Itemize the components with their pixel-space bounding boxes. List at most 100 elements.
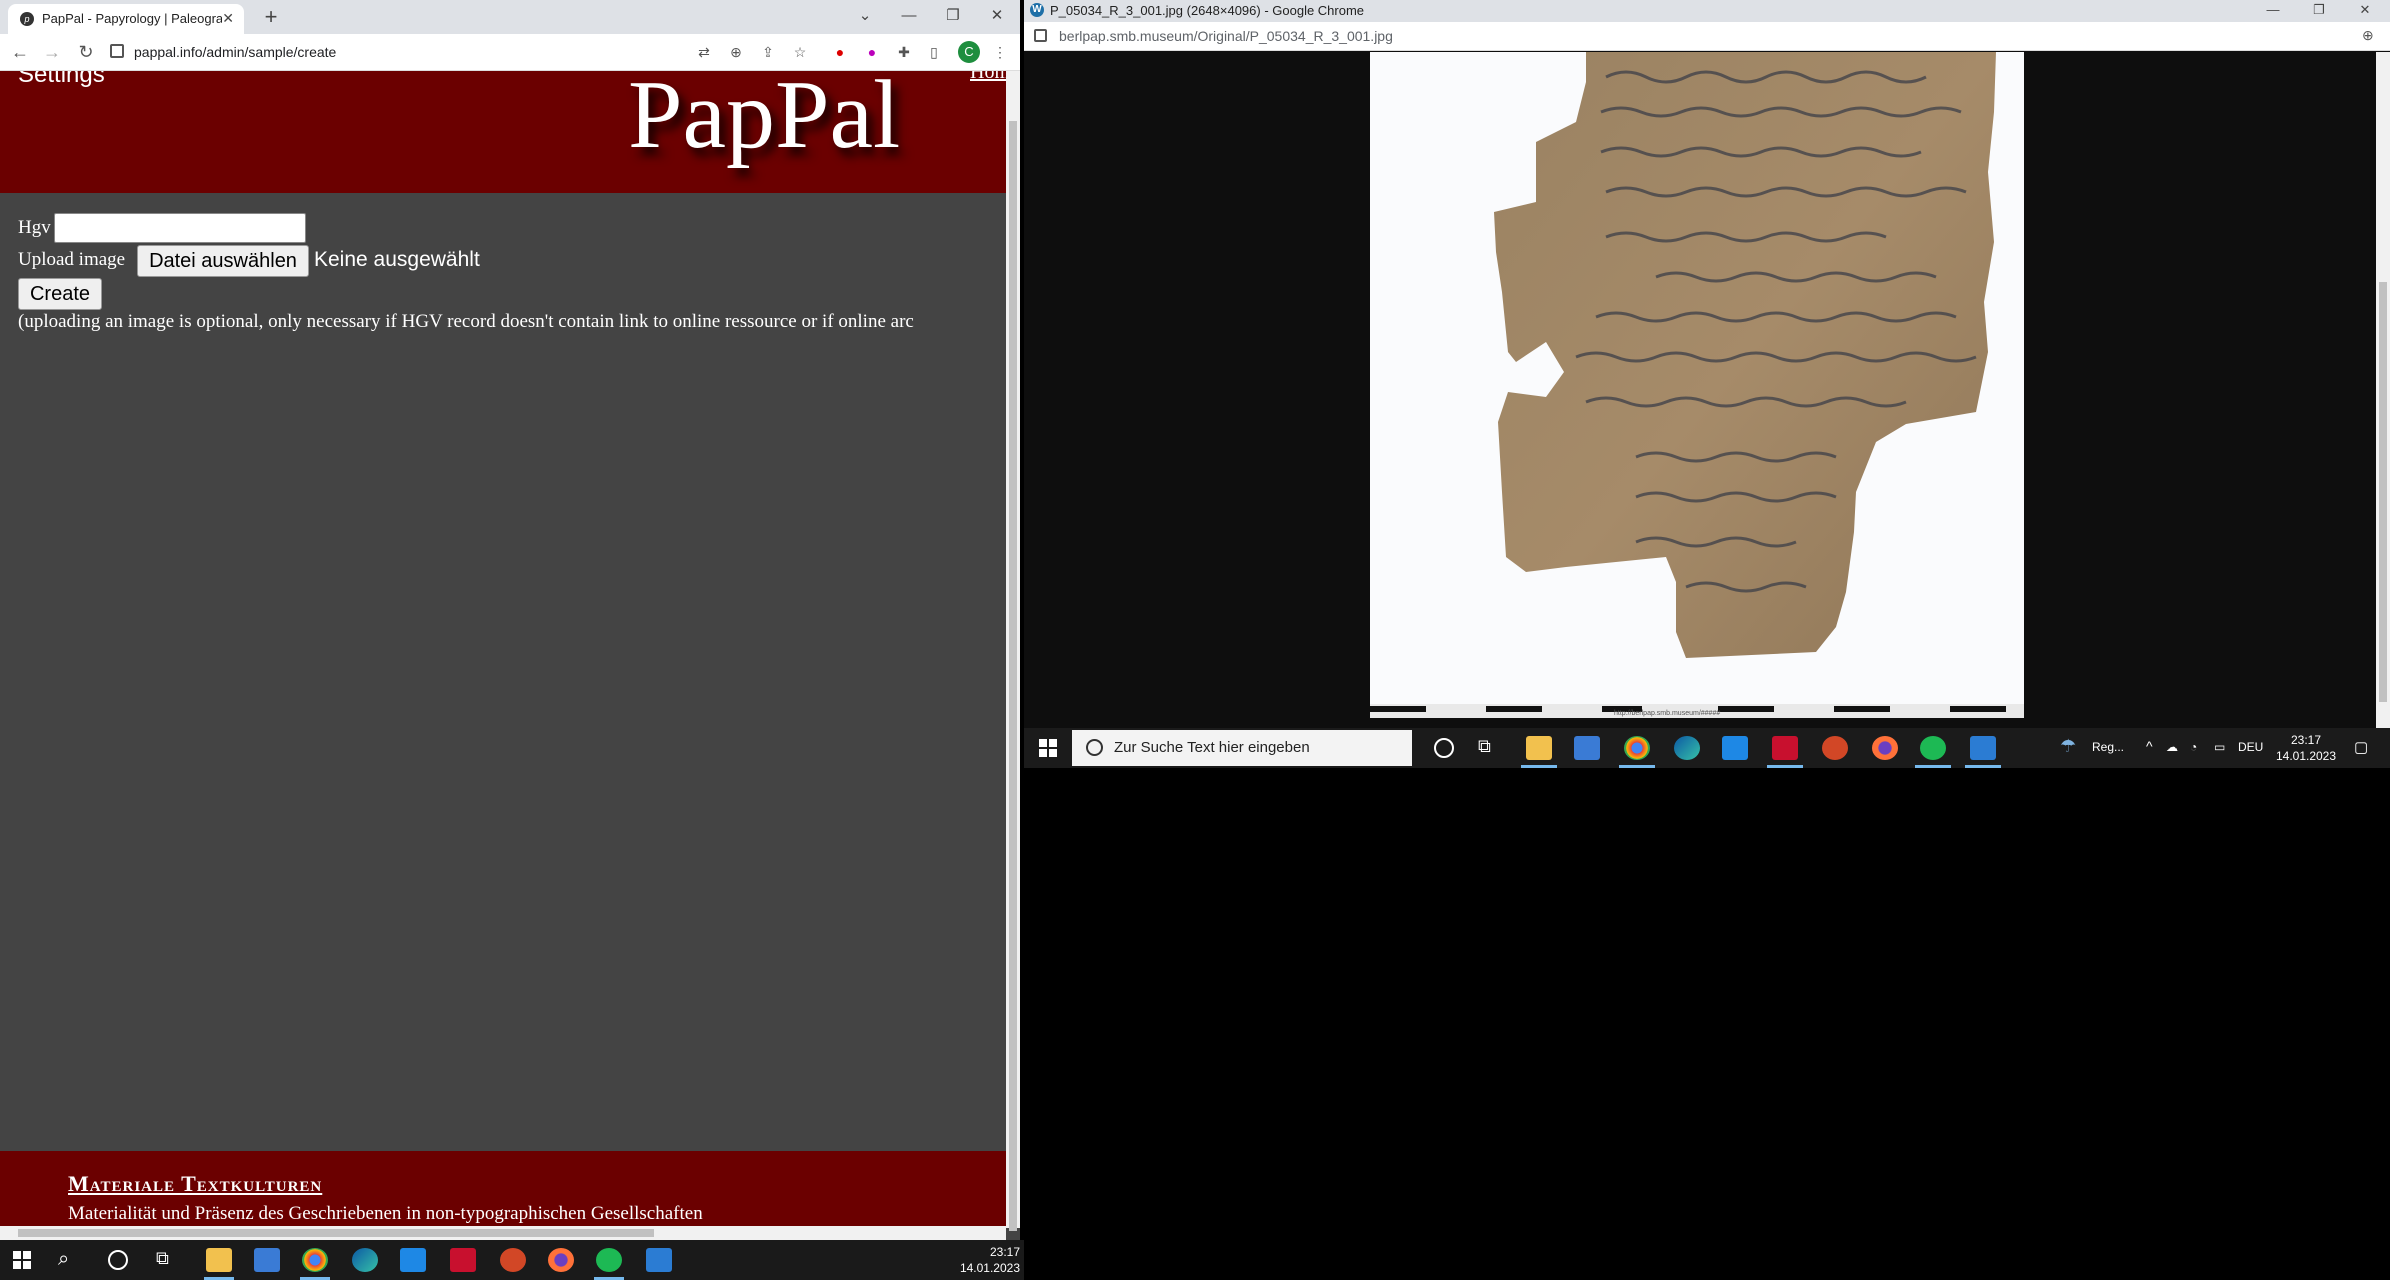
- popup-url[interactable]: berlpap.smb.museum/Original/P_05034_R_3_…: [1034, 28, 1393, 44]
- search-icon: [1086, 739, 1103, 756]
- store-icon[interactable]: [1574, 736, 1600, 760]
- tray-chevron-icon[interactable]: ^: [2146, 738, 2153, 754]
- vertical-scrollbar[interactable]: [1006, 71, 1020, 1231]
- notifications-icon[interactable]: ▢: [2354, 738, 2368, 756]
- translate-icon[interactable]: ⇄: [694, 42, 714, 62]
- cortana-icon[interactable]: [108, 1250, 128, 1270]
- popup-vertical-scrollbar[interactable]: [2376, 52, 2390, 728]
- task-view-icon[interactable]: ⧉: [1478, 736, 1491, 757]
- footer-title-link[interactable]: Materiale Textkulturen: [68, 1171, 322, 1197]
- horizontal-scrollbar[interactable]: [0, 1226, 1006, 1240]
- popup-minimize-button[interactable]: —: [2250, 0, 2296, 22]
- chrome-active-indicator: [1619, 765, 1655, 768]
- firefox-icon[interactable]: [1872, 736, 1898, 760]
- battery-icon[interactable]: ▭: [2214, 740, 2225, 754]
- forward-icon[interactable]: →: [40, 40, 64, 64]
- tab-pappal[interactable]: p PapPal - Papyrology | Paleograph ✕: [8, 4, 244, 34]
- explorer-active-indicator: [1521, 765, 1557, 768]
- lock-icon: [110, 44, 124, 58]
- file-explorer-icon[interactable]: [1526, 736, 1552, 760]
- bookmark-star-icon[interactable]: ☆: [790, 42, 810, 62]
- edge-icon[interactable]: [352, 1248, 378, 1272]
- settings-link[interactable]: Settings: [18, 71, 105, 89]
- powerpoint-icon[interactable]: [500, 1248, 526, 1272]
- close-tab-icon[interactable]: ✕: [222, 10, 234, 27]
- tab-search-icon[interactable]: ⌄: [842, 0, 888, 34]
- footer: Materiale Textkulturen Materialität und …: [0, 1151, 1006, 1228]
- scale-ruler: http://berlpap.smb.museum/#####: [1370, 704, 2024, 718]
- menu-kebab-icon[interactable]: ⋮: [990, 42, 1010, 62]
- popup-close-button[interactable]: ✕: [2342, 0, 2388, 22]
- spotify-icon[interactable]: [1920, 736, 1946, 760]
- share-icon[interactable]: ⇪: [758, 42, 778, 62]
- left-clock[interactable]: 23:17 14.01.2023: [950, 1244, 1020, 1276]
- right-date: 14.01.2023: [2275, 749, 2337, 763]
- back-icon[interactable]: ←: [8, 40, 32, 64]
- header-banner: Settings PapPal Hom: [0, 71, 1006, 193]
- extension-red-icon[interactable]: ●: [830, 42, 850, 62]
- popup-window-title: P_05034_R_3_001.jpg (2648×4096) - Google…: [1050, 3, 1365, 18]
- photos-icon[interactable]: [1970, 736, 1996, 760]
- left-date: 14.01.2023: [959, 1261, 1020, 1275]
- choose-file-button[interactable]: Datei auswählen: [137, 245, 309, 277]
- firefox-icon[interactable]: [548, 1248, 574, 1272]
- file-explorer-icon[interactable]: [206, 1248, 232, 1272]
- acrobat-icon[interactable]: [450, 1248, 476, 1272]
- taskbar-search-box[interactable]: Zur Suche Text hier eingeben: [1072, 730, 1412, 766]
- page-viewport: Settings PapPal Hom Hgv Upload image Dat…: [0, 71, 1006, 1228]
- new-tab-button[interactable]: +: [258, 4, 284, 30]
- left-browser-window: p PapPal - Papyrology | Paleograph ✕ + ⌄…: [0, 0, 1020, 1240]
- hgv-label: Hgv: [18, 217, 51, 238]
- chrome-icon[interactable]: [1624, 736, 1650, 760]
- upload-hint-text: (uploading an image is optional, only ne…: [18, 311, 914, 332]
- wifi-icon[interactable]: ◔: [2190, 740, 2197, 754]
- weather-icon[interactable]: ☂: [2060, 736, 2076, 757]
- edge-icon[interactable]: [1674, 736, 1700, 760]
- popup-zoom-icon[interactable]: ⊕: [2362, 27, 2374, 44]
- hgv-input[interactable]: [54, 213, 306, 243]
- home-link[interactable]: Hom: [970, 71, 1006, 84]
- mail-icon[interactable]: [1722, 736, 1748, 760]
- create-button[interactable]: Create: [18, 278, 102, 310]
- tab-strip: p PapPal - Papyrology | Paleograph ✕ + ⌄…: [0, 0, 1020, 34]
- right-browser-window: W P_05034_R_3_001.jpg (2648×4096) - Goog…: [1024, 0, 2390, 728]
- profile-avatar[interactable]: C: [958, 41, 980, 63]
- right-taskbar: Zur Suche Text hier eingeben ⧉ ☂ Reg... …: [1024, 728, 2390, 768]
- search-icon[interactable]: ⌕: [58, 1248, 69, 1271]
- photos-active-indicator: [1965, 765, 2001, 768]
- language-indicator[interactable]: DEU: [2238, 740, 2263, 754]
- acrobat-active-indicator: [1767, 765, 1803, 768]
- store-icon[interactable]: [254, 1248, 280, 1272]
- wordpress-favicon-icon: W: [1030, 3, 1044, 17]
- right-clock[interactable]: 23:17 14.01.2023: [2272, 732, 2340, 764]
- close-window-button[interactable]: ✕: [974, 0, 1020, 34]
- task-view-icon[interactable]: ⧉: [156, 1248, 169, 1269]
- chrome-icon[interactable]: [302, 1248, 328, 1272]
- windows-start-icon[interactable]: [1038, 738, 1058, 758]
- browser-toolbar: ← → ↻ pappal.info/admin/sample/create ⇄ …: [0, 34, 1020, 71]
- photos-icon[interactable]: [646, 1248, 672, 1272]
- onedrive-icon[interactable]: ☁: [2166, 740, 2178, 754]
- cortana-icon[interactable]: [1434, 738, 1454, 758]
- powerpoint-icon[interactable]: [1822, 736, 1848, 760]
- popup-restore-button[interactable]: ❐: [2296, 0, 2342, 22]
- minimize-button[interactable]: —: [886, 0, 932, 34]
- extensions-puzzle-icon[interactable]: ✚: [894, 42, 914, 62]
- windows-start-icon[interactable]: [12, 1250, 32, 1270]
- papyrus-fragment: [1494, 52, 1996, 658]
- acrobat-icon[interactable]: [1772, 736, 1798, 760]
- popup-address-bar: berlpap.smb.museum/Original/P_05034_R_3_…: [1024, 22, 2390, 51]
- side-panel-icon[interactable]: ▯: [924, 42, 944, 62]
- address-bar[interactable]: pappal.info/admin/sample/create: [110, 39, 700, 65]
- extension-purple-icon[interactable]: ●: [862, 42, 882, 62]
- papyrus-image[interactable]: http://berlpap.smb.museum/#####: [1370, 52, 2024, 718]
- right-time: 23:17: [2290, 733, 2322, 747]
- spotify-icon[interactable]: [596, 1248, 622, 1272]
- mail-icon[interactable]: [400, 1248, 426, 1272]
- zoom-icon[interactable]: ⊕: [726, 42, 746, 62]
- weather-label[interactable]: Reg...: [2092, 740, 2124, 754]
- popup-url-text: berlpap.smb.museum/Original/P_05034_R_3_…: [1059, 28, 1393, 44]
- reload-icon[interactable]: ↻: [74, 40, 98, 64]
- tab-title: PapPal - Papyrology | Paleograph: [42, 11, 222, 26]
- restore-button[interactable]: ❐: [930, 0, 976, 34]
